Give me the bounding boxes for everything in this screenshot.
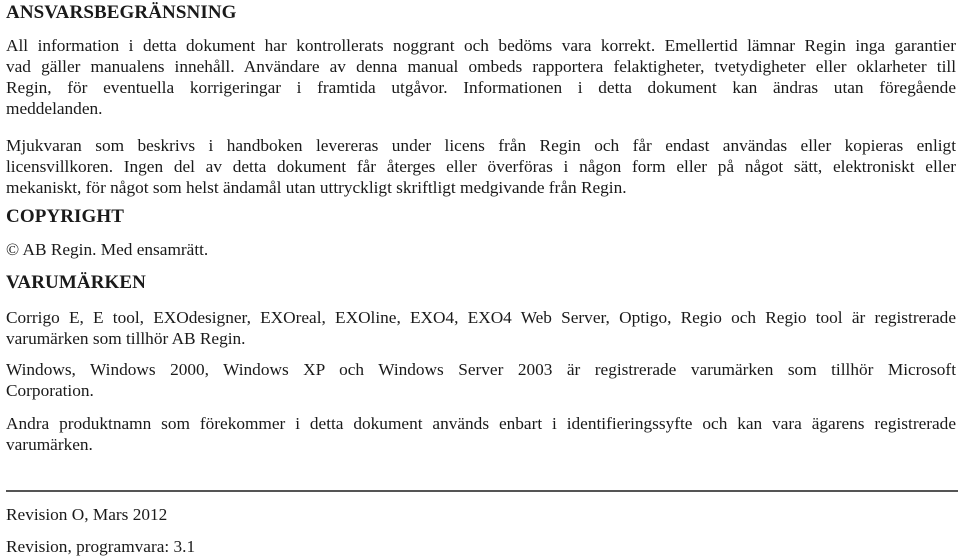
revision-text: Revision O, Mars 2012 bbox=[6, 505, 168, 524]
text-line: Corporation. bbox=[6, 381, 94, 400]
trademarks-paragraph-3: Andra produktnamn som förekommer i detta… bbox=[6, 413, 956, 455]
text-line: Corrigo E, E tool, EXOdesigner, EXOreal,… bbox=[6, 308, 956, 327]
text-line: meddelanden. bbox=[6, 99, 103, 118]
text-line: Windows, Windows 2000, Windows XP och Wi… bbox=[6, 360, 956, 379]
disclaimer-heading: ANSVARSBEGRÄNSNING bbox=[6, 2, 237, 23]
disclaimer-paragraph-1: All information i detta dokument har kon… bbox=[6, 35, 956, 119]
trademarks-paragraph-1: Corrigo E, E tool, EXOdesigner, EXOreal,… bbox=[6, 307, 956, 349]
text-line: Regin, för eventuella korrigeringar i fr… bbox=[6, 78, 956, 97]
trademarks-heading: VARUMÄRKEN bbox=[6, 272, 146, 293]
text-line: vad gäller manualens innehåll. Användare… bbox=[6, 57, 956, 76]
trademarks-paragraph-2: Windows, Windows 2000, Windows XP och Wi… bbox=[6, 359, 956, 401]
copyright-heading: COPYRIGHT bbox=[6, 206, 125, 227]
text-line: Mjukvaran som beskrivs i handboken lever… bbox=[6, 136, 956, 155]
text-line: licensvillkoren. Ingen del av detta doku… bbox=[6, 157, 956, 176]
copyright-text: © AB Regin. Med ensamrätt. bbox=[6, 240, 209, 259]
text-line: mekaniskt, för något som helst ändamål u… bbox=[6, 178, 627, 197]
software-revision-text: Revision, programvara: 3.1 bbox=[6, 537, 196, 556]
text-line: varumärken som tillhör AB Regin. bbox=[6, 329, 246, 348]
text-line: Andra produktnamn som förekommer i detta… bbox=[6, 414, 956, 433]
disclaimer-paragraph-2: Mjukvaran som beskrivs i handboken lever… bbox=[6, 135, 956, 198]
text-line: All information i detta dokument har kon… bbox=[6, 36, 956, 55]
footer-divider bbox=[6, 490, 958, 492]
text-line: varumärken. bbox=[6, 435, 93, 454]
